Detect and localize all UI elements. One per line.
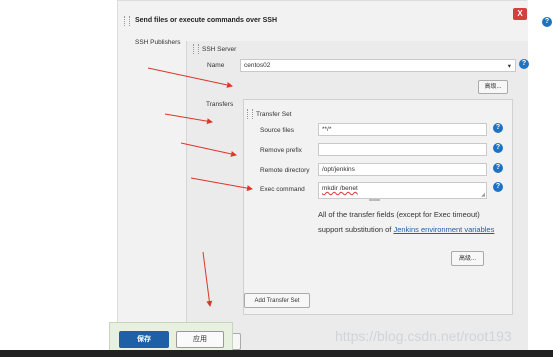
arrow-annotation	[202, 251, 213, 307]
arrow-annotation	[180, 142, 237, 157]
annotation-arrows	[147, 67, 253, 307]
arrow-annotation	[147, 67, 233, 88]
arrow-annotation	[190, 177, 253, 192]
arrow-annotation	[164, 113, 213, 125]
